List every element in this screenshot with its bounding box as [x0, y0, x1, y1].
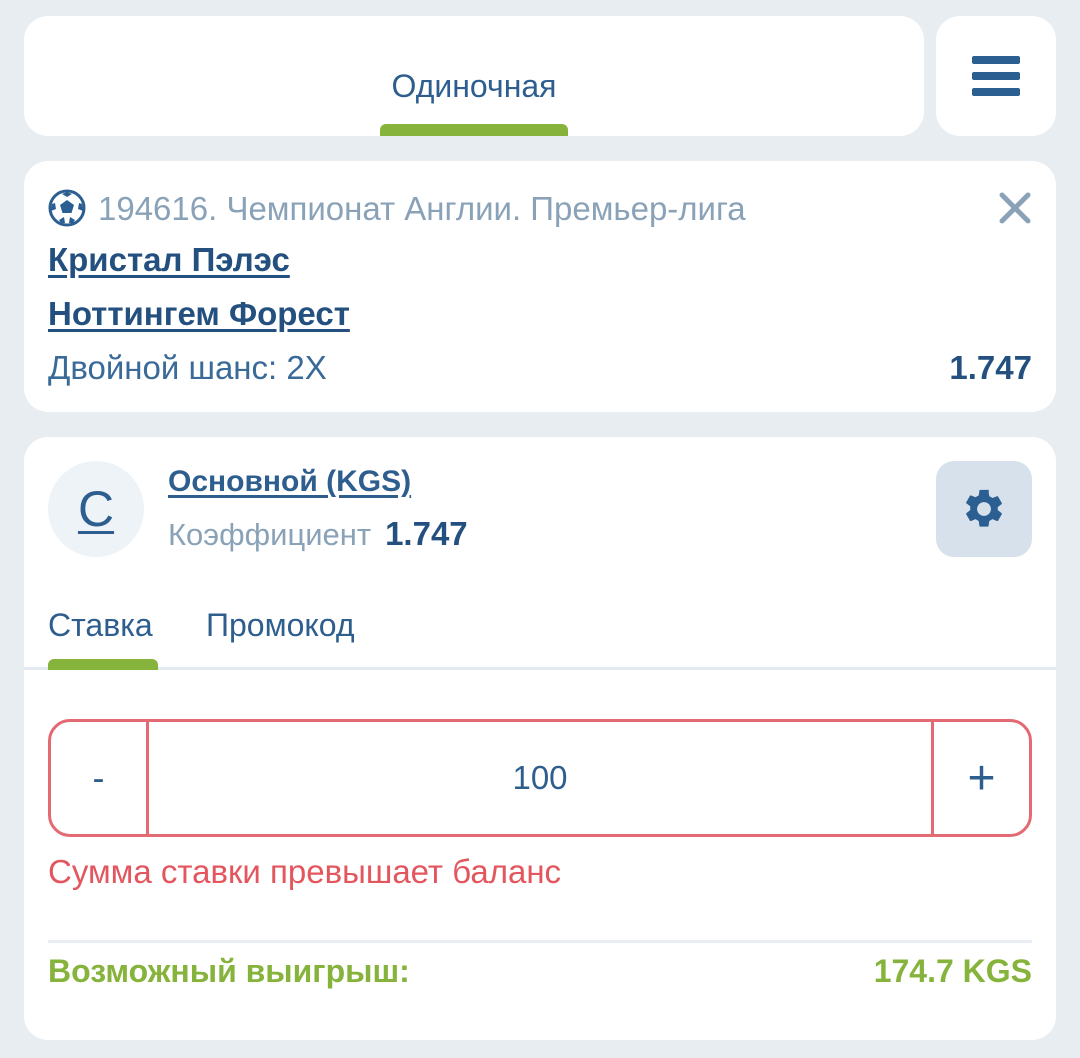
coefficient-row: Коэффициент 1.747: [168, 517, 468, 550]
possible-win-value: 174.7 KGS: [873, 953, 1032, 989]
coefficient-value: 1.747: [385, 515, 468, 552]
active-tab-indicator: [48, 659, 158, 670]
account-selector[interactable]: Основной (KGS): [168, 467, 411, 497]
stake-amount-input[interactable]: [149, 722, 931, 834]
close-icon[interactable]: [998, 191, 1032, 225]
menu-button[interactable]: [936, 16, 1056, 136]
event-header: 194616. Чемпионат Англии. Премьер-лига: [48, 189, 746, 227]
bet-type-tabs: Одиночная: [24, 16, 924, 136]
active-tab-indicator: [380, 124, 568, 136]
soccer-ball-icon: [48, 189, 86, 227]
gear-icon: [966, 489, 1002, 527]
tab-single[interactable]: Одиночная: [24, 70, 924, 102]
event-card: 194616. Чемпионат Англии. Премьер-лига К…: [24, 161, 1056, 412]
possible-win-label: Возможный выигрыш:: [48, 953, 410, 989]
coefficient-label: Коэффициент: [168, 517, 372, 552]
increase-button[interactable]: +: [931, 722, 1029, 834]
hamburger-menu-icon: [972, 56, 1020, 96]
tab-promo[interactable]: Промокод: [206, 609, 355, 641]
bet-card: С Основной (KGS) Коэффициент 1.747 Ставк…: [24, 437, 1056, 1040]
league-title: 194616. Чемпионат Англии. Премьер-лига: [98, 189, 746, 227]
home-team-link[interactable]: Кристал Пэлэс: [48, 243, 290, 276]
decrease-button[interactable]: -: [51, 722, 149, 834]
away-team-link[interactable]: Ноттингем Форест: [48, 297, 350, 330]
stake-tabs: Ставка Промокод: [24, 605, 1056, 670]
odds-value: 1.747: [949, 349, 1032, 386]
market-label: Двойной шанс: 2X: [48, 349, 327, 386]
stake-error-message: Сумма ставки превышает баланс: [48, 853, 562, 890]
divider: [48, 940, 1032, 943]
stake-stepper: - +: [48, 719, 1032, 837]
account-avatar[interactable]: С: [48, 461, 144, 557]
settings-button[interactable]: [936, 461, 1032, 557]
tab-stake[interactable]: Ставка: [48, 609, 153, 641]
